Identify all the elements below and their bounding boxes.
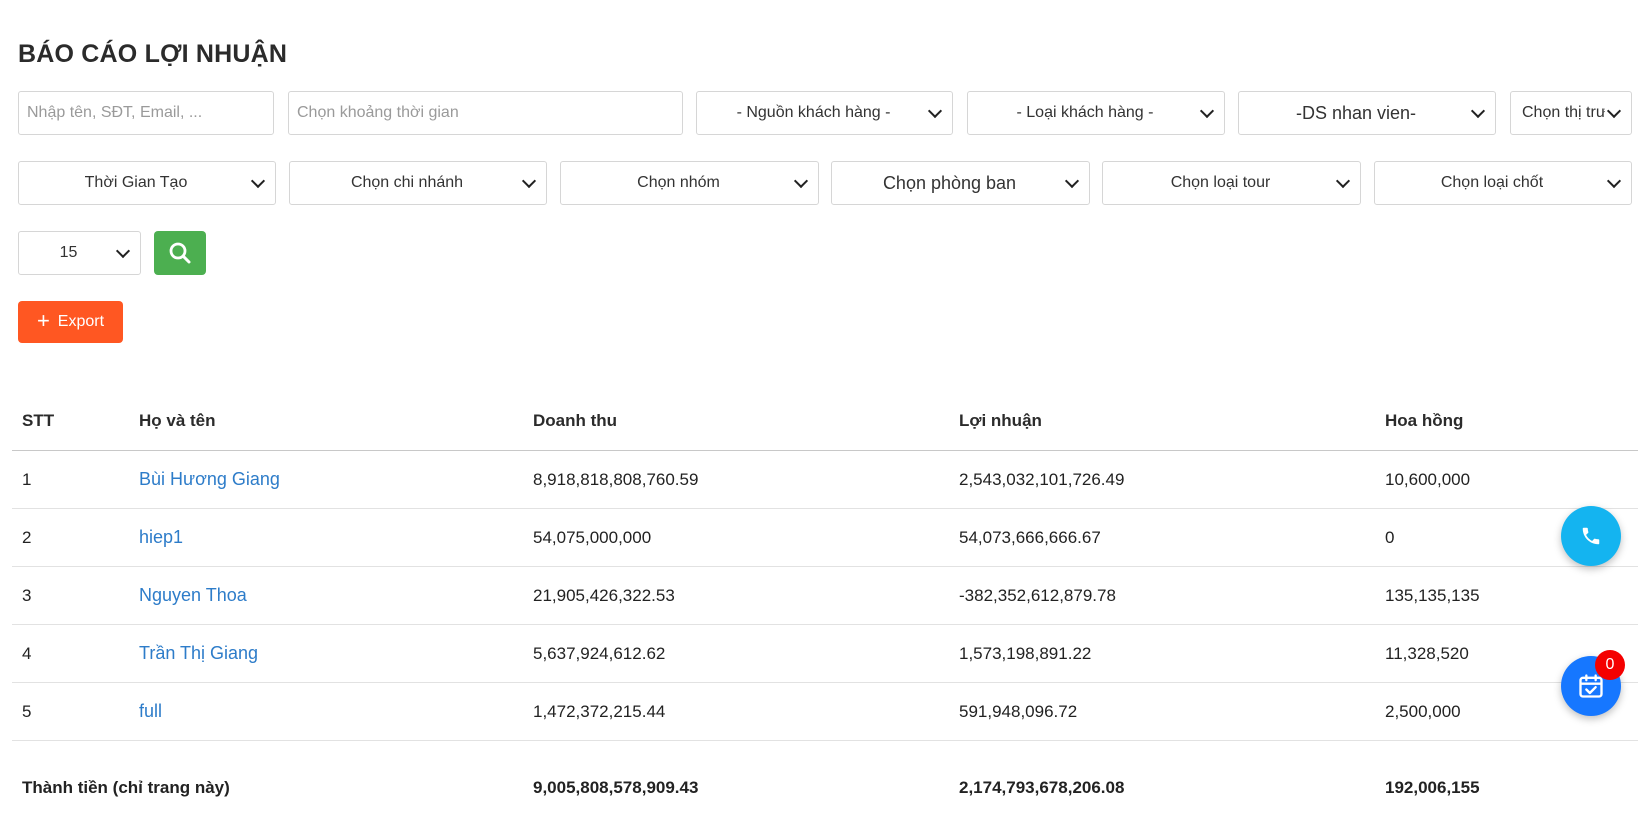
staff-list-value: -DS nhan vien-	[1295, 102, 1417, 123]
search-button[interactable]	[154, 231, 206, 275]
row-profit: 591,948,096.72	[949, 682, 1375, 741]
table-row: 3 Nguyen Thoa 21,905,426,322.53 -382,352…	[12, 566, 1638, 625]
group-value: Chọn nhóm	[637, 174, 720, 191]
chevron-down-icon	[927, 103, 943, 119]
header-stt[interactable]: STT	[12, 392, 129, 451]
table-row: 1 Bùi Hương Giang 8,918,818,808,760.59 2…	[12, 450, 1638, 509]
row-stt: 5	[12, 682, 129, 741]
table-total-row: Thành tiền (chỉ trang này) 9,005,808,578…	[12, 741, 1638, 817]
phone-icon	[1582, 527, 1600, 545]
row-commission: 10,600,000	[1375, 450, 1638, 509]
market-value: Chọn thị trư	[1522, 104, 1605, 121]
row-stt: 1	[12, 450, 129, 509]
row-commission: 135,135,135	[1375, 566, 1638, 625]
customer-type-select[interactable]: - Loại khách hàng -	[967, 91, 1225, 135]
row-profit: 1,573,198,891.22	[949, 624, 1375, 683]
employee-link[interactable]: Trần Thị Giang	[139, 643, 258, 663]
row-revenue: 1,472,372,215.44	[523, 682, 949, 741]
time-created-value: Thời Gian Tạo	[84, 174, 188, 191]
header-commission[interactable]: Hoa hồng	[1375, 392, 1638, 451]
total-label: Thành tiền (chỉ trang này)	[22, 777, 230, 797]
market-select[interactable]: Chọn thị trư	[1510, 91, 1632, 135]
date-range-placeholder: Chọn khoảng thời gian	[297, 104, 459, 121]
tour-type-value: Chọn loại tour	[1170, 174, 1271, 191]
notification-badge: 0	[1595, 650, 1625, 680]
row-stt: 4	[12, 624, 129, 683]
tour-type-select[interactable]: Chọn loại tour	[1102, 161, 1361, 205]
call-button[interactable]	[1561, 506, 1621, 566]
chevron-down-icon	[115, 243, 131, 259]
chevron-down-icon	[1064, 173, 1080, 189]
closing-type-value: Chọn loại chốt	[1440, 174, 1544, 191]
page-size-select[interactable]: 15	[18, 231, 141, 275]
keyword-search-input[interactable]: Nhập tên, SĐT, Email, ...	[18, 91, 274, 135]
date-range-input[interactable]: Chọn khoảng thời gian	[288, 91, 683, 135]
chevron-down-icon	[1335, 173, 1351, 189]
plus-icon: +	[36, 308, 50, 333]
total-profit: 2,174,793,678,206.08	[959, 777, 1125, 797]
branch-value: Chọn chi nhánh	[350, 174, 464, 191]
row-profit: -382,352,612,879.78	[949, 566, 1375, 625]
total-commission: 192,006,155	[1385, 777, 1480, 797]
customer-source-value: - Nguồn khách hàng -	[736, 104, 891, 121]
export-label: Export	[57, 313, 105, 330]
row-profit: 54,073,666,666.67	[949, 508, 1375, 567]
table-row: 5 full 1,472,372,215.44 591,948,096.72 2…	[12, 682, 1638, 741]
department-select[interactable]: Chọn phòng ban	[831, 161, 1090, 205]
time-created-select[interactable]: Thời Gian Tạo	[18, 161, 276, 205]
row-revenue: 8,918,818,808,760.59	[523, 450, 949, 509]
chevron-down-icon	[1606, 103, 1622, 119]
row-stt: 3	[12, 566, 129, 625]
table-row: 4 Trần Thị Giang 5,637,924,612.62 1,573,…	[12, 624, 1638, 683]
keyword-search-placeholder: Nhập tên, SĐT, Email, ...	[27, 104, 203, 121]
row-revenue: 21,905,426,322.53	[523, 566, 949, 625]
employee-link[interactable]: Bùi Hương Giang	[139, 469, 280, 489]
header-profit[interactable]: Lợi nhuận	[949, 392, 1375, 451]
profit-report-table: STT Họ và tên Doanh thu Lợi nhuận Hoa hồ…	[12, 392, 1638, 817]
row-revenue: 54,075,000,000	[523, 508, 949, 567]
customer-source-select[interactable]: - Nguồn khách hàng -	[696, 91, 953, 135]
employee-link[interactable]: full	[139, 701, 162, 721]
row-revenue: 5,637,924,612.62	[523, 624, 949, 683]
export-button[interactable]: + Export	[18, 301, 123, 343]
department-value: Chọn phòng ban	[882, 172, 1017, 193]
employee-link[interactable]: Nguyen Thoa	[139, 585, 247, 605]
staff-list-select[interactable]: -DS nhan vien-	[1238, 91, 1496, 135]
customer-type-value: - Loại khách hàng -	[1016, 104, 1154, 121]
branch-select[interactable]: Chọn chi nhánh	[289, 161, 547, 205]
total-revenue: 9,005,808,578,909.43	[533, 777, 699, 797]
page-size-value: 15	[59, 244, 78, 261]
search-icon	[169, 242, 191, 264]
header-name[interactable]: Họ và tên	[129, 392, 523, 451]
row-profit: 2,543,032,101,726.49	[949, 450, 1375, 509]
chevron-down-icon	[1606, 173, 1622, 189]
chevron-down-icon	[521, 173, 537, 189]
employee-link[interactable]: hiep1	[139, 527, 183, 547]
table-row: 2 hiep1 54,075,000,000 54,073,666,666.67…	[12, 508, 1638, 567]
chevron-down-icon	[1199, 103, 1215, 119]
row-stt: 2	[12, 508, 129, 567]
header-revenue[interactable]: Doanh thu	[523, 392, 949, 451]
page-title: BÁO CÁO LỢI NHUẬN	[18, 40, 288, 68]
group-select[interactable]: Chọn nhóm	[560, 161, 819, 205]
chevron-down-icon	[793, 173, 809, 189]
closing-type-select[interactable]: Chọn loại chốt	[1374, 161, 1632, 205]
chevron-down-icon	[1470, 103, 1486, 119]
chevron-down-icon	[250, 173, 266, 189]
table-header-row: STT Họ và tên Doanh thu Lợi nhuận Hoa hồ…	[12, 392, 1638, 451]
